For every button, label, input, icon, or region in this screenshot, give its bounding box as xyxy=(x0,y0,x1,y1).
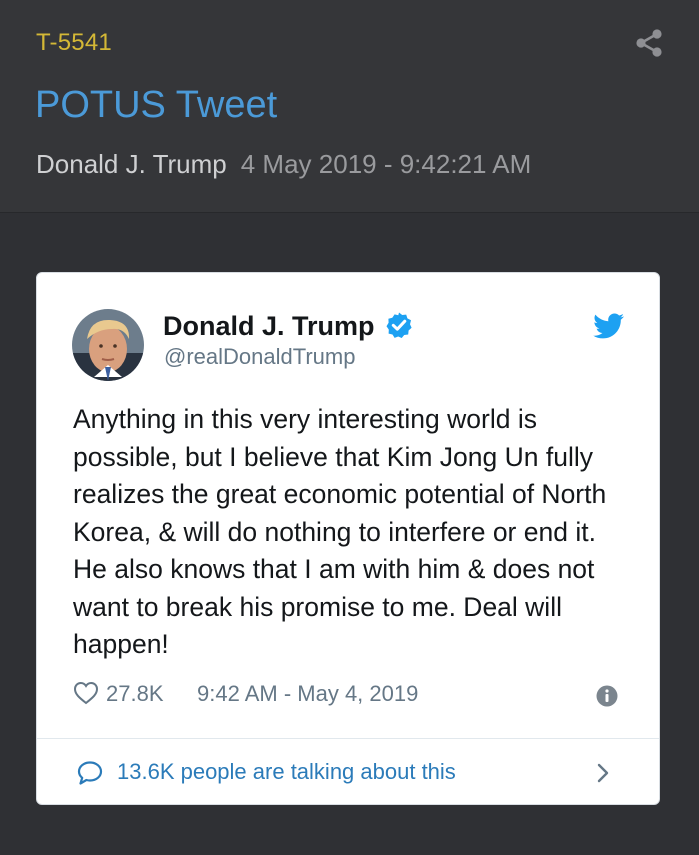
tweet-handle[interactable]: @realDonaldTrump xyxy=(164,344,355,370)
verified-badge-icon xyxy=(386,312,412,338)
conversation-link[interactable]: 13.6K people are talking about this xyxy=(37,739,659,804)
post-timestamp: 4 May 2019 - 9:42:21 AM xyxy=(240,149,532,179)
comment-icon xyxy=(77,761,103,785)
twitter-bird-icon[interactable] xyxy=(593,313,625,341)
share-icon[interactable] xyxy=(634,28,664,58)
tweet-card: Donald J. Trump @realDonaldTrump Anythin… xyxy=(36,272,660,805)
byline: Donald J. Trump 4 May 2019 - 9:42:21 AM xyxy=(36,149,531,180)
conversation-count[interactable]: 13.6K people are talking about this xyxy=(117,759,456,785)
like-count[interactable]: 27.8K xyxy=(106,681,164,707)
author-name: Donald J. Trump xyxy=(36,149,227,179)
tweet-id: T-5541 xyxy=(36,29,112,56)
tweet-meta: 27.8K 9:42 AM - May 4, 2019 xyxy=(73,679,633,709)
tweet-time[interactable]: 9:42 AM - May 4, 2019 xyxy=(197,681,418,707)
document-header: T-5541 POTUS Tweet Donald J. Trump 4 May … xyxy=(0,0,699,213)
heart-icon[interactable] xyxy=(73,681,99,705)
chevron-right-icon xyxy=(597,763,609,783)
avatar[interactable] xyxy=(72,309,144,381)
tweet-display-name[interactable]: Donald J. Trump xyxy=(163,311,375,342)
page-title: POTUS Tweet xyxy=(35,84,278,126)
tweet-body: Anything in this very interesting world … xyxy=(73,404,607,659)
info-icon[interactable] xyxy=(596,685,618,707)
